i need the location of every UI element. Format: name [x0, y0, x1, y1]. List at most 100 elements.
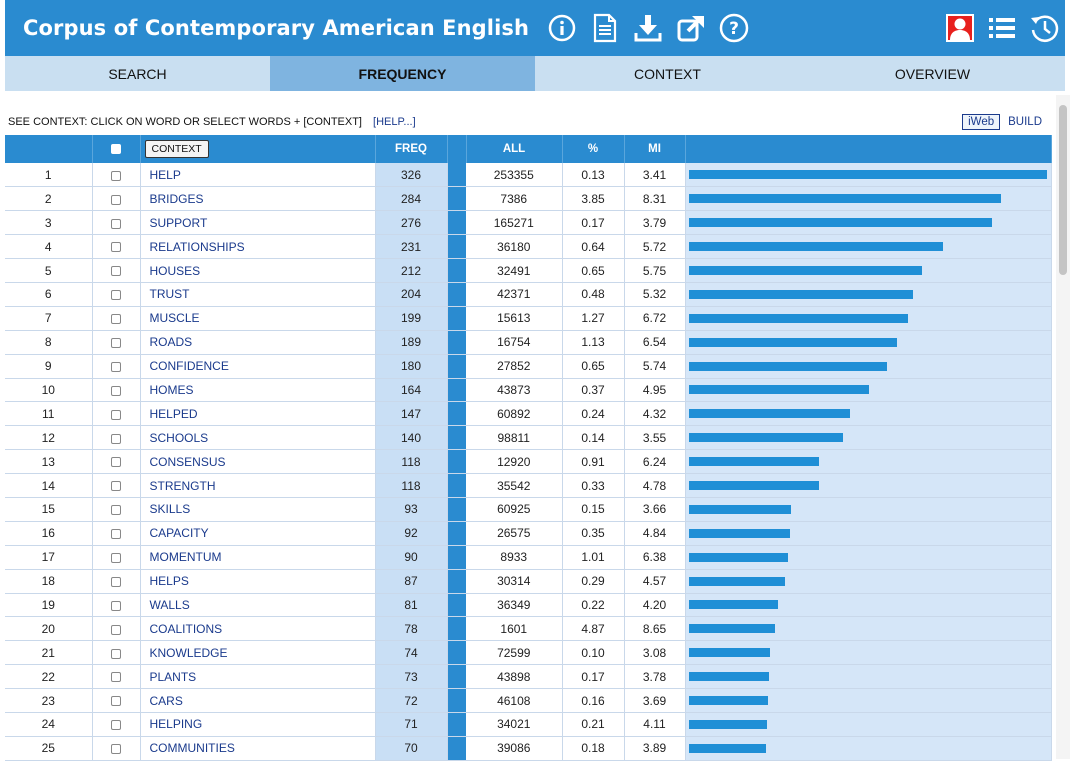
row-word-link[interactable]: KNOWLEDGE: [140, 640, 376, 666]
row-checkbox[interactable]: [111, 338, 121, 348]
row-checkbox[interactable]: [111, 720, 121, 731]
list-icon[interactable]: [987, 13, 1017, 43]
info-icon[interactable]: [547, 13, 577, 43]
row-checkbox[interactable]: [111, 194, 121, 205]
row-checkbox[interactable]: [111, 672, 121, 683]
history-icon[interactable]: [1029, 13, 1059, 43]
row-word-link[interactable]: HOUSES: [140, 258, 376, 283]
main-tabs: SEARCH FREQUENCY CONTEXT OVERVIEW: [5, 56, 1065, 91]
freq-bar: [688, 433, 843, 443]
row-mi: 4.78: [624, 473, 686, 498]
row-freq: 189: [375, 330, 448, 355]
row-checkbox[interactable]: [111, 553, 121, 564]
row-freq: 164: [375, 378, 448, 403]
row-bar-cell: [685, 640, 1052, 666]
all-header[interactable]: ALL: [466, 135, 563, 163]
row-checkbox[interactable]: [111, 266, 121, 277]
row-word-link[interactable]: SCHOOLS: [140, 425, 376, 451]
page-scrollbar[interactable]: [1056, 95, 1070, 759]
row-bar-cell: [685, 688, 1052, 713]
row-all: 60925: [466, 497, 563, 522]
row-checkbox[interactable]: [111, 170, 121, 181]
tab-context[interactable]: CONTEXT: [535, 56, 800, 91]
row-checkbox[interactable]: [111, 576, 121, 587]
tab-overview[interactable]: OVERVIEW: [800, 56, 1065, 91]
row-checkbox[interactable]: [111, 433, 121, 444]
row-word-link[interactable]: CONSENSUS: [140, 449, 376, 475]
user-icon[interactable]: [945, 13, 975, 43]
row-rank: 3: [5, 210, 93, 236]
row-freq: 72: [375, 688, 448, 713]
row-freq: 276: [375, 210, 448, 236]
row-checkbox[interactable]: [111, 242, 121, 253]
row-word-link[interactable]: SKILLS: [140, 497, 376, 522]
row-spacer: [447, 449, 466, 475]
row-mi: 6.54: [624, 330, 686, 355]
row-word-link[interactable]: HELPING: [140, 712, 376, 737]
row-freq: 284: [375, 186, 448, 212]
row-word-link[interactable]: WALLS: [140, 593, 376, 618]
row-checkbox[interactable]: [111, 218, 121, 229]
row-word-link[interactable]: BRIDGES: [140, 186, 376, 212]
svg-text:?: ?: [729, 19, 739, 39]
row-all: 7386: [466, 186, 563, 212]
percent-header[interactable]: %: [562, 135, 625, 163]
share-icon[interactable]: [676, 13, 706, 43]
row-word-link[interactable]: ROADS: [140, 330, 376, 355]
row-spacer: [447, 640, 466, 666]
row-percent: 0.65: [562, 258, 625, 283]
help-icon[interactable]: ?: [719, 13, 749, 43]
row-percent: 0.65: [562, 354, 625, 379]
download-icon[interactable]: [633, 13, 663, 43]
row-checkbox[interactable]: [111, 696, 121, 707]
scrollbar-thumb[interactable]: [1059, 105, 1067, 275]
row-checkbox[interactable]: [111, 409, 121, 420]
row-spacer: [447, 569, 466, 594]
row-word-link[interactable]: HELPS: [140, 569, 376, 594]
row-word-link[interactable]: HELP: [140, 163, 376, 188]
row-word-link[interactable]: TRUST: [140, 282, 376, 307]
row-word-link[interactable]: SUPPORT: [140, 210, 376, 236]
row-word-link[interactable]: PLANTS: [140, 664, 376, 690]
row-word-link[interactable]: MOMENTUM: [140, 545, 376, 570]
document-icon[interactable]: [590, 13, 620, 43]
row-checkbox[interactable]: [111, 529, 121, 540]
row-checkbox[interactable]: [111, 314, 121, 325]
freq-bar: [688, 266, 922, 275]
row-word-link[interactable]: CARS: [140, 688, 376, 713]
row-word-link[interactable]: RELATIONSHIPS: [140, 234, 376, 260]
help-link[interactable]: [HELP...]: [373, 116, 416, 128]
row-checkbox[interactable]: [111, 624, 121, 635]
iweb-button[interactable]: iWeb: [962, 114, 1001, 130]
row-checkbox[interactable]: [111, 457, 121, 468]
row-rank: 9: [5, 354, 93, 379]
mi-header[interactable]: MI: [624, 135, 686, 163]
row-checkbox[interactable]: [111, 385, 121, 396]
row-word-link[interactable]: HOMES: [140, 378, 376, 403]
row-checkbox[interactable]: [111, 648, 121, 659]
row-word-link[interactable]: STRENGTH: [140, 473, 376, 498]
row-checkbox[interactable]: [111, 361, 121, 372]
tab-search[interactable]: SEARCH: [5, 56, 270, 91]
row-word-link[interactable]: CONFIDENCE: [140, 354, 376, 379]
row-word-link[interactable]: COMMUNITIES: [140, 736, 376, 761]
row-checkbox[interactable]: [111, 290, 121, 301]
freq-header[interactable]: FREQ: [375, 135, 448, 163]
row-word-link[interactable]: HELPED: [140, 401, 376, 427]
row-checkbox[interactable]: [111, 505, 121, 516]
context-button[interactable]: CONTEXT: [144, 140, 209, 158]
build-link[interactable]: BUILD: [1008, 116, 1042, 128]
row-checkbox[interactable]: [111, 481, 121, 492]
row-word-link[interactable]: CAPACITY: [140, 521, 376, 546]
row-word-link[interactable]: COALITIONS: [140, 616, 376, 642]
row-freq: 81: [375, 593, 448, 618]
row-checkbox[interactable]: [111, 600, 121, 611]
spacer-header: [447, 135, 467, 163]
freq-bar: [688, 672, 769, 682]
tab-frequency[interactable]: FREQUENCY: [270, 56, 535, 91]
row-bar-cell: [685, 258, 1052, 283]
select-all-checkbox[interactable]: [111, 143, 121, 154]
row-word-link[interactable]: MUSCLE: [140, 306, 376, 331]
row-checkbox[interactable]: [111, 744, 121, 755]
row-mi: 3.69: [624, 688, 686, 713]
